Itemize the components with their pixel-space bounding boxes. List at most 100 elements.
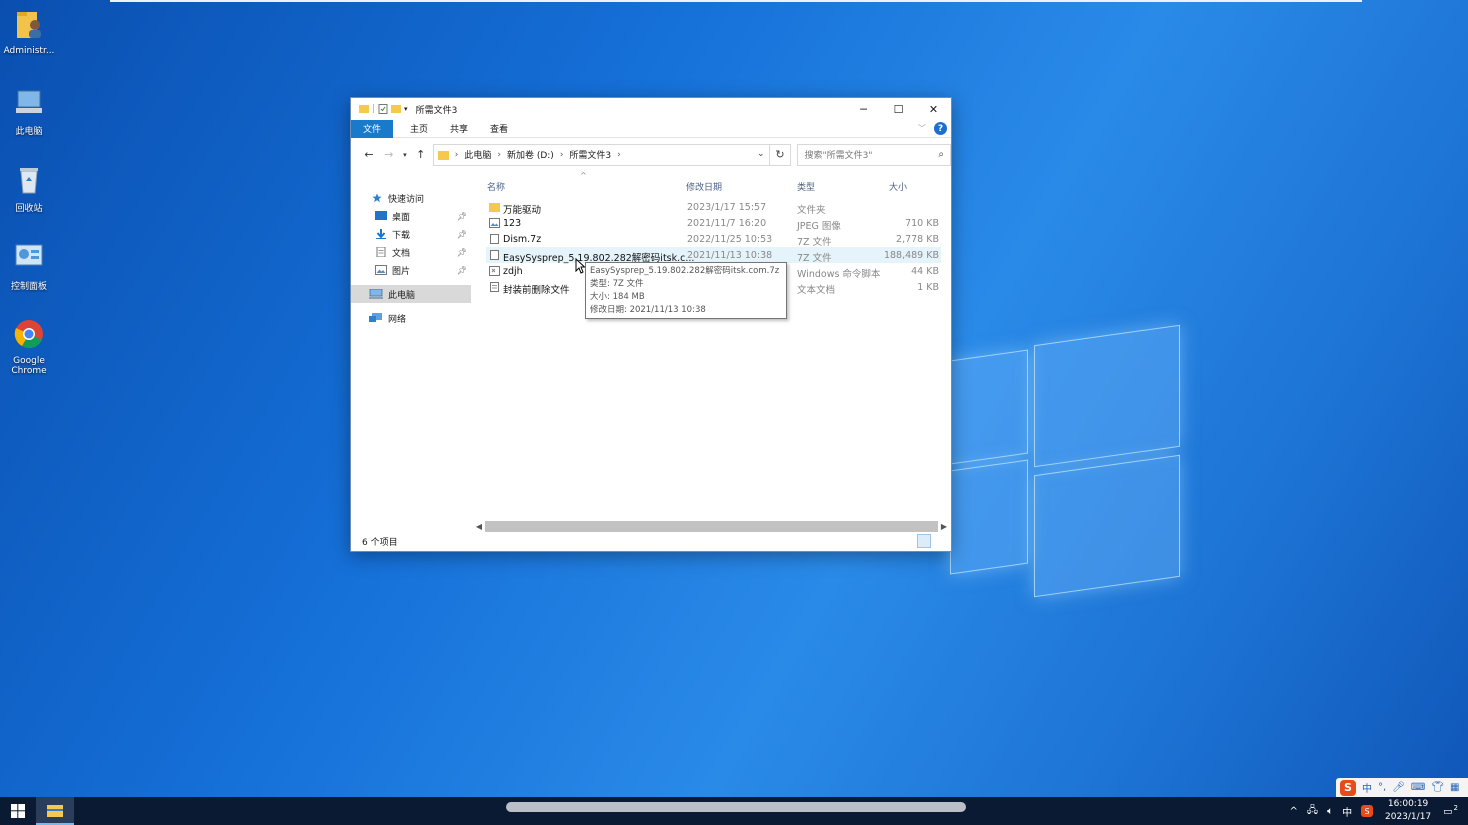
help-icon[interactable]: ? [934, 122, 947, 135]
breadcrumb-this-pc[interactable]: 此电脑 [464, 148, 491, 161]
file-row[interactable]: 123 2021/11/7 16:20 JPEG 图像 710 KB [486, 215, 941, 232]
keyboard-icon[interactable]: ⌨︎ [1411, 782, 1425, 793]
nav-quick-access[interactable]: 快速访问 [351, 189, 471, 207]
folder-icon [437, 150, 449, 160]
search-icon: ⌕ [938, 149, 944, 160]
up-arrow-icon[interactable]: ↑ [411, 148, 431, 161]
top-strip [110, 0, 1362, 2]
item-count: 6 个项目 [362, 537, 398, 548]
ime-punctuation[interactable]: °, [1378, 782, 1386, 793]
tab-view[interactable]: 查看 [479, 120, 519, 138]
file-list: ^ 名称 修改日期 类型 大小 万能驱动 2023/1/17 15:57 文件夹… [486, 171, 941, 513]
desktop-icon-this-pc[interactable]: 此电脑 [2, 86, 56, 137]
nav-item-downloads[interactable]: 下载 📌︎ [351, 225, 471, 243]
clock-time: 16:00:19 [1387, 799, 1429, 809]
column-type[interactable]: 类型 [797, 180, 815, 193]
pin-icon[interactable]: 📌︎ [457, 266, 467, 275]
tab-share[interactable]: 共享 [439, 120, 479, 138]
desktop-icon-chrome[interactable]: Google Chrome [2, 318, 56, 376]
column-size[interactable]: 大小 [889, 180, 907, 193]
desktop-icon-label: 回收站 [15, 204, 43, 214]
address-bar[interactable]: › 此电脑 › 新加卷 (D:) › 所需文件3 › ⌄ [432, 143, 770, 166]
toolbox-icon[interactable]: ▦ [1450, 782, 1459, 793]
clock[interactable]: 16:00:19 2023/1/17 [1382, 798, 1434, 824]
ime-toolbar[interactable]: S 中 °, 🎤︎ ⌨︎ 👕︎ ▦ [1336, 778, 1468, 797]
maximize-button[interactable]: ☐ [881, 98, 916, 120]
minimize-button[interactable]: ─ [846, 98, 881, 120]
microphone-icon[interactable]: 🎤︎ [1392, 782, 1405, 793]
start-button[interactable] [0, 797, 36, 825]
pin-icon[interactable]: 📌︎ [457, 212, 467, 221]
large-icons-view-icon[interactable] [933, 534, 947, 548]
skin-icon[interactable]: 👕︎ [1431, 782, 1444, 793]
scroll-left-icon[interactable]: ◀ [473, 522, 485, 531]
close-button[interactable]: ✕ [916, 98, 951, 120]
sogou-tray-icon[interactable]: S [1361, 805, 1374, 817]
file-row[interactable]: Dism.7z 2022/11/25 10:53 7Z 文件 2,778 KB [486, 231, 941, 248]
forward-arrow-icon[interactable]: → [379, 148, 399, 161]
download-arrow-icon [376, 229, 386, 239]
taskbar: ^ 🖧︎ 🔈︎ 中 S 16:00:19 2023/1/17 ▭2 [0, 797, 1468, 825]
search-placeholder: 搜索"所需文件3" [804, 151, 873, 161]
expand-ribbon-chevron-icon[interactable]: ﹀ [918, 123, 926, 134]
search-input[interactable]: 搜索"所需文件3" ⌕ [797, 143, 951, 166]
nav-network[interactable]: 网络 [351, 309, 471, 327]
nav-item-documents[interactable]: 文档 📌︎ [351, 243, 471, 261]
back-arrow-icon[interactable]: ← [359, 148, 379, 161]
desktop-icon-administrator[interactable]: Administr... [2, 8, 56, 56]
windows-start-icon [11, 804, 25, 818]
scrollbar-thumb[interactable] [485, 521, 938, 532]
title-bar[interactable]: | ▾ 所需文件3 ─ ☐ ✕ [351, 98, 951, 120]
overlay-scrollbar[interactable] [506, 802, 966, 812]
notification-center-icon[interactable]: ▭2 [1443, 804, 1458, 817]
control-panel-icon [15, 244, 43, 266]
desktop-icon-control-panel[interactable]: 控制面板 [2, 241, 56, 292]
quick-access-toolbar: | ▾ [359, 104, 408, 114]
window-title: 所需文件3 [415, 105, 458, 116]
pin-icon[interactable]: 📌︎ [457, 230, 467, 239]
explorer-window: | ▾ 所需文件3 ─ ☐ ✕ 文件 主页 共享 查看 ﹀ ? ← → ▾ ↑ … [350, 97, 952, 552]
nav-item-pictures[interactable]: 图片 📌︎ [351, 261, 471, 279]
recent-locations-chevron-icon[interactable]: ▾ [399, 151, 411, 159]
script-file-icon [489, 266, 500, 276]
show-hidden-icons-chevron-icon[interactable]: ^ [1290, 806, 1298, 817]
window-body: 快速访问 桌面 📌︎ 下载 📌︎ 文档 📌︎ 图片 📌︎ 此电脑 网络 ^ 名称… [351, 171, 951, 531]
column-date[interactable]: 修改日期 [686, 180, 722, 193]
column-name[interactable]: 名称 [487, 180, 505, 193]
pin-icon[interactable]: 📌︎ [457, 248, 467, 257]
windows-logo-wallpaper [950, 324, 1182, 598]
address-history-chevron-icon[interactable]: ⌄ [757, 149, 765, 159]
breadcrumb-drive-d[interactable]: 新加卷 (D:) [507, 148, 554, 161]
breadcrumb-folder[interactable]: 所需文件3 [569, 148, 611, 161]
desktop-icon [375, 211, 387, 220]
details-view-icon[interactable] [917, 534, 931, 548]
horizontal-scrollbar[interactable]: ◀ ▶ [473, 520, 950, 533]
computer-icon [16, 90, 42, 113]
taskbar-file-explorer[interactable] [36, 797, 74, 825]
status-bar: 6 个项目 [351, 531, 951, 551]
nav-this-pc[interactable]: 此电脑 [351, 285, 471, 303]
input-language[interactable]: 中 [1342, 804, 1352, 819]
tab-home[interactable]: 主页 [399, 120, 439, 138]
clock-date: 2023/1/17 [1385, 812, 1432, 822]
new-folder-icon[interactable] [391, 104, 402, 114]
pictures-icon [375, 265, 387, 275]
file-row[interactable]: 万能驱动 2023/1/17 15:57 文件夹 [486, 199, 941, 216]
refresh-icon[interactable]: ↻ [769, 143, 792, 166]
user-folder-icon [17, 12, 41, 38]
file-icon [490, 234, 499, 244]
navigation-pane: 快速访问 桌面 📌︎ 下载 📌︎ 文档 📌︎ 图片 📌︎ 此电脑 网络 [351, 171, 471, 531]
file-row[interactable]: EasySysprep_5.19.802.282解密码itsk.c... 202… [486, 247, 941, 264]
network-icon[interactable]: 🖧︎ [1307, 803, 1318, 820]
tab-file[interactable]: 文件 [351, 119, 394, 138]
nav-item-desktop[interactable]: 桌面 📌︎ [351, 207, 471, 225]
sogou-logo-icon[interactable]: S [1340, 779, 1356, 796]
scroll-right-icon[interactable]: ▶ [938, 522, 950, 531]
properties-icon[interactable] [378, 104, 388, 114]
column-headers: ^ 名称 修改日期 类型 大小 [486, 171, 941, 193]
desktop-icon-recycle-bin[interactable]: 回收站 [2, 163, 56, 214]
ime-mode[interactable]: 中 [1362, 780, 1372, 795]
customize-toolbar-chevron-icon[interactable]: ▾ [404, 105, 408, 113]
volume-icon[interactable]: 🔈︎ [1327, 806, 1333, 817]
file-icon [490, 250, 499, 260]
